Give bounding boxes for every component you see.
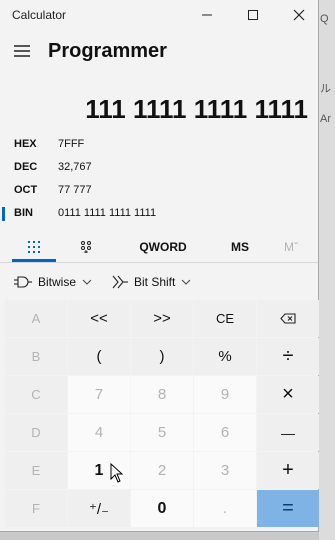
key-2[interactable]: 2 — [131, 452, 193, 489]
key-divide[interactable]: ÷ — [257, 338, 319, 375]
result-display: 111 1111 1111 1111 — [85, 94, 308, 124]
key-clear-entry[interactable]: CE — [194, 300, 256, 337]
backspace-icon — [280, 313, 296, 324]
key-negate[interactable]: ⁺/₋ — [68, 490, 130, 527]
key-b[interactable]: B — [5, 338, 67, 375]
chevron-down-icon — [82, 279, 92, 285]
maximize-button[interactable] — [230, 0, 276, 30]
memory-menu-button[interactable]: Mˇ — [274, 232, 308, 262]
key-open-paren[interactable]: ( — [68, 338, 130, 375]
divider — [0, 262, 318, 263]
tab-bit-toggle[interactable] — [64, 232, 108, 262]
key-percent[interactable]: % — [194, 338, 256, 375]
bit-shift-label: Bit Shift — [134, 275, 176, 289]
radix-value: 77 777 — [58, 184, 92, 196]
bit-operations-row: Bitwise Bit Shift — [0, 268, 318, 296]
background-text: Ar — [320, 113, 331, 125]
title-bar[interactable]: Calculator — [0, 0, 318, 30]
bitwise-label: Bitwise — [38, 275, 77, 289]
radix-bin[interactable]: BIN 0111 1111 1111 1111 — [0, 203, 318, 225]
selected-indicator — [2, 207, 5, 221]
minimize-icon — [202, 14, 212, 16]
key-right-shift[interactable]: >> — [131, 300, 193, 337]
chevron-down-icon — [182, 279, 191, 285]
radix-value: 32,767 — [58, 161, 92, 173]
minimize-button[interactable] — [184, 0, 230, 30]
logic-gate-icon — [14, 276, 32, 288]
close-button[interactable] — [276, 0, 322, 30]
key-9[interactable]: 9 — [194, 376, 256, 413]
radix-oct[interactable]: OCT 77 777 — [0, 180, 318, 202]
menu-button[interactable] — [10, 40, 34, 62]
key-left-shift[interactable]: << — [68, 300, 130, 337]
maximize-icon — [248, 10, 258, 20]
key-8[interactable]: 8 — [131, 376, 193, 413]
radix-label: OCT — [14, 184, 38, 196]
key-close-paren[interactable]: ) — [131, 338, 193, 375]
key-multiply[interactable]: × — [257, 376, 319, 413]
calculator-window: Calculator Programmer 111 1111 1111 1111… — [0, 0, 319, 532]
keypad-icon — [28, 241, 40, 253]
key-5[interactable]: 5 — [131, 414, 193, 451]
radix-value: 7FFF — [58, 138, 85, 150]
keypad-tabs: QWORD MS Mˇ — [0, 232, 318, 262]
mode-title: Programmer — [48, 40, 167, 62]
bit-shift-button[interactable]: Bit Shift — [112, 268, 191, 296]
key-c[interactable]: C — [5, 376, 67, 413]
key-f[interactable]: F — [5, 490, 67, 527]
key-e[interactable]: E — [5, 452, 67, 489]
bit-shift-icon — [112, 275, 128, 289]
bit-toggle-icon — [81, 241, 91, 253]
word-size-button[interactable]: QWORD — [128, 232, 198, 262]
memory-store-button[interactable]: MS — [218, 232, 262, 262]
radix-label: HEX — [14, 138, 37, 150]
key-backspace[interactable] — [257, 300, 319, 337]
key-d[interactable]: D — [5, 414, 67, 451]
key-equals[interactable]: = — [257, 490, 319, 527]
window-title: Calculator — [12, 8, 67, 22]
radix-value: 0111 1111 1111 1111 — [58, 207, 157, 219]
hamburger-icon — [14, 45, 30, 57]
key-4[interactable]: 4 — [68, 414, 130, 451]
radix-hex[interactable]: HEX 7FFF — [0, 134, 318, 156]
key-0[interactable]: 0 — [131, 490, 193, 527]
radix-label: DEC — [14, 161, 38, 173]
radix-dec[interactable]: DEC 32,767 — [0, 157, 318, 179]
key-plus[interactable]: + — [257, 452, 319, 489]
key-decimal[interactable]: . — [194, 490, 256, 527]
header: Programmer — [0, 34, 318, 68]
key-6[interactable]: 6 — [194, 414, 256, 451]
radix-label: BIN — [14, 207, 33, 219]
mouse-cursor-icon — [110, 463, 124, 483]
background-text: ル — [320, 83, 331, 95]
key-minus[interactable]: — — [257, 414, 319, 451]
bitwise-button[interactable]: Bitwise — [14, 268, 92, 296]
tab-full-keypad[interactable] — [12, 232, 56, 262]
key-a[interactable]: A — [5, 300, 67, 337]
key-7[interactable]: 7 — [68, 376, 130, 413]
close-icon — [293, 9, 305, 21]
key-3[interactable]: 3 — [194, 452, 256, 489]
